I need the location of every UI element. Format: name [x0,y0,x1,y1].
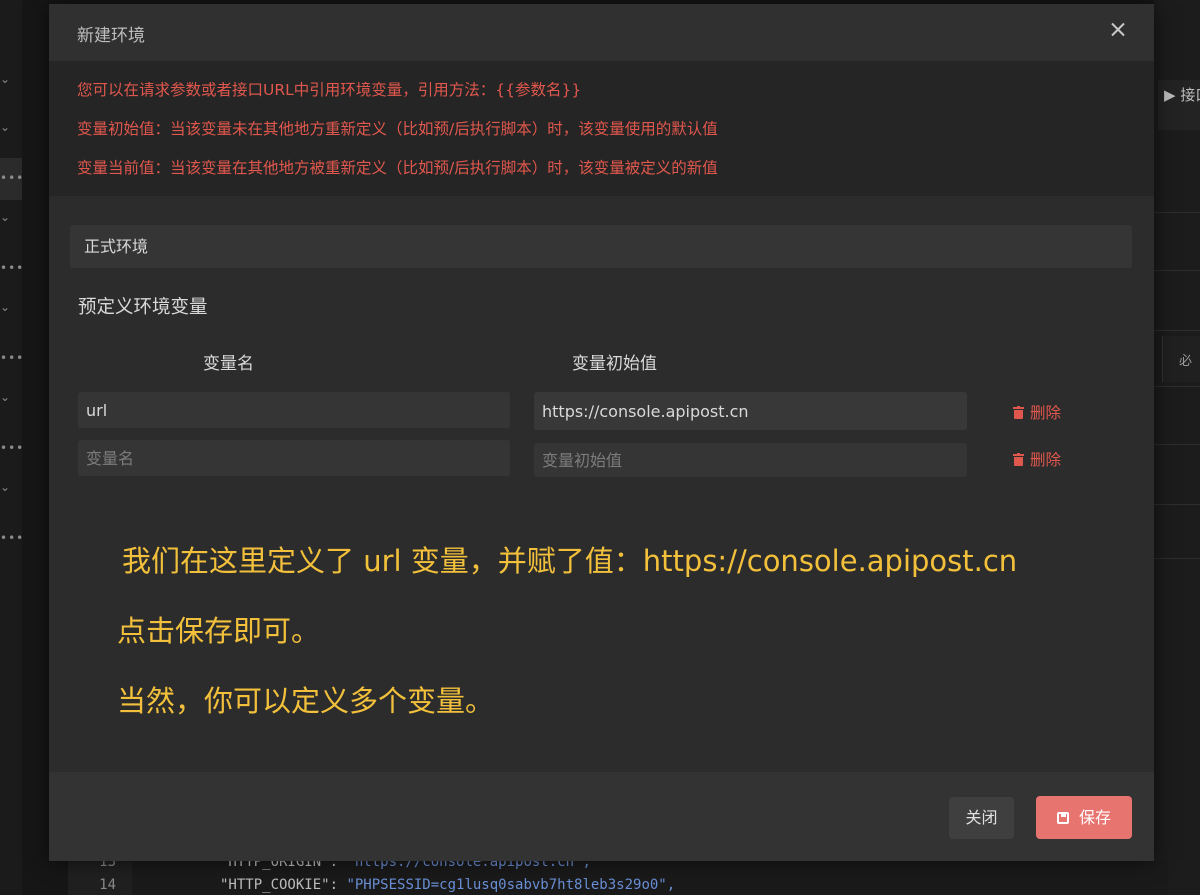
dialog-body: 正式环境 预定义环境变量 变量名 变量初始值 删除 删除 我们在这里定义了 ur… [49,196,1154,776]
variable-name-input[interactable] [78,392,510,428]
variable-name-input[interactable] [78,440,510,476]
background-code-editor: 13 "HTTP_ORIGIN": "https://console.apipos… [68,854,1168,895]
more-icon: ••• [0,441,25,455]
environment-name-field[interactable]: 正式环境 [70,225,1132,268]
variable-initial-value-input[interactable] [534,443,967,477]
column-header-initial-value: 变量初始值 [572,354,657,374]
dialog-footer: 关闭 保存 [49,772,1154,861]
chevron-down-icon: ⌄ [0,120,11,134]
chevron-down-icon: ⌄ [0,300,11,314]
annotation-line: 当然，你可以定义多个变量。 [117,684,495,718]
environment-usage-notice: 您可以在请求参数或者接口URL中引用环境变量，引用方法：{{参数名}} 变量初始… [49,61,1154,196]
section-title: 预定义环境变量 [78,297,208,318]
more-icon: ••• [0,171,25,185]
more-icon: ••• [0,531,25,545]
floppy-disk-icon [1056,812,1069,824]
code-line: 14 "HTTP_COOKIE": "PHPSESSID=cg1lusq0sabv… [99,877,676,893]
close-icon[interactable] [1106,18,1130,42]
notice-line: 变量初始值：当该变量未在其他地方重新定义（比如预/后执行脚本）时，该变量使用的默… [77,120,718,138]
save-button[interactable]: 保存 [1036,796,1132,839]
background-sidebar: ⌄ ⌄ ••• ⌄ ••• ⌄ ••• ⌄ ••• ⌄ ••• [0,0,25,895]
chevron-down-icon: ⌄ [0,210,11,224]
trash-icon [1013,453,1024,466]
background-required-column: 必 [1162,336,1200,382]
variable-initial-value-input[interactable] [534,392,967,430]
new-environment-dialog: 新建环境 您可以在请求参数或者接口URL中引用环境变量，引用方法：{{参数名}}… [49,4,1154,861]
annotation-line: 点击保存即可。 [117,614,321,648]
chevron-down-icon: ⌄ [0,390,11,404]
more-icon: ••• [0,261,25,275]
notice-line: 变量当前值：当该变量在其他地方被重新定义（比如预/后执行脚本）时，该变量被定义的… [77,159,718,177]
notice-line: 您可以在请求参数或者接口URL中引用环境变量，引用方法：{{参数名}} [77,81,582,99]
trash-icon [1013,406,1024,419]
dialog-header: 新建环境 [49,4,1154,61]
column-header-variable-name: 变量名 [203,354,254,374]
dialog-title: 新建环境 [77,26,145,46]
chevron-down-icon: ⌄ [0,480,11,494]
chevron-down-icon: ⌄ [0,72,11,86]
more-icon: ••• [0,351,25,365]
delete-variable-button[interactable]: 删除 [1013,448,1061,470]
background-right-panel: ▶ 接口 必 [1154,0,1200,895]
background-tab: ▶ 接口 [1158,80,1200,130]
delete-variable-button[interactable]: 删除 [1013,401,1061,423]
close-button[interactable]: 关闭 [949,797,1014,839]
annotation-line: 我们在这里定义了 url 变量，并赋了值：https://console.api… [122,544,1018,578]
